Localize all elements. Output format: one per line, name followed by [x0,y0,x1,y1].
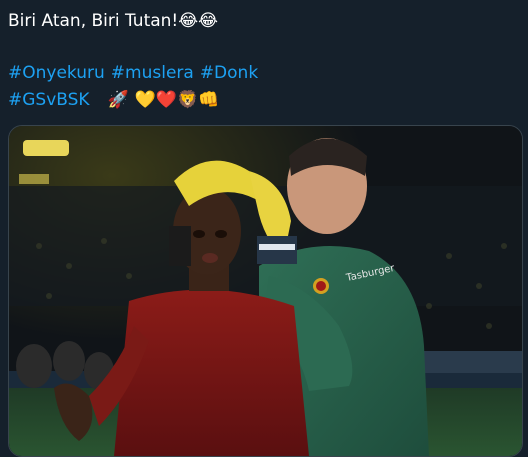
red-heart-emoji-icon: ❤️ [155,90,178,110]
tweet-line-2: #Onyekuru #muslera #Donk [8,60,258,87]
tweet-headline: Biri Atan, Biri Tutan! [8,11,179,31]
rocket-emoji-icon: 🚀 [107,90,129,110]
hashtag-muslera[interactable]: #muslera [111,63,194,83]
tweet-line-1: Biri Atan, Biri Tutan!😂😂 [8,8,258,35]
yellow-heart-emoji-icon: 💛 [134,90,156,110]
tweet-line-3: #GSvBSK 🚀 💛❤️🦁👊 [8,87,258,114]
fist-emoji-icon: 👊 [198,90,220,110]
lion-emoji-icon: 🦁 [177,90,199,110]
tweet-text: Biri Atan, Biri Tutan!😂😂 #Onyekuru #musle… [8,8,258,114]
hashtag-gsvbsk[interactable]: #GSvBSK [8,90,90,110]
laughing-emoji-pair: 😂😂 [178,11,218,31]
hashtag-onyekuru[interactable]: #Onyekuru [8,63,105,83]
football-celebration-image: Tasburger [9,126,522,456]
tweet-photo[interactable]: Tasburger [8,125,523,457]
hashtag-donk[interactable]: #Donk [200,63,258,83]
